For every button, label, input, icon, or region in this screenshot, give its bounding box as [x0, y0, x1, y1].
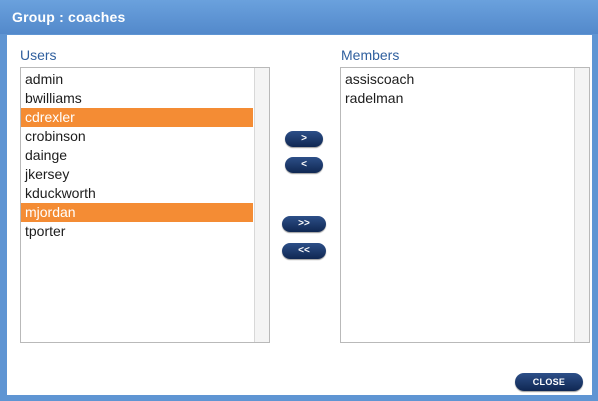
members-list: assiscoach radelman [341, 70, 573, 108]
users-label: Users [20, 47, 57, 63]
users-list-item[interactable]: bwilliams [21, 89, 253, 108]
users-list-item[interactable]: crobinson [21, 127, 253, 146]
users-list-item[interactable]: tporter [21, 222, 253, 241]
users-scrollbar[interactable] [254, 68, 269, 342]
users-list: admin bwilliams cdrexler crobinson dainge jke… [21, 70, 253, 241]
users-list-item[interactable]: kduckworth [21, 184, 253, 203]
title-bar: Group : coaches [0, 0, 598, 34]
members-list-item[interactable]: radelman [341, 89, 573, 108]
dialog-content: Users admin bwilliams cdrexler crobinson dai… [7, 35, 592, 395]
users-list-item[interactable]: cdrexler [21, 108, 253, 127]
users-list-item[interactable]: admin [21, 70, 253, 89]
close-button[interactable]: CLOSE [515, 373, 583, 391]
users-list-item[interactable]: jkersey [21, 165, 253, 184]
members-scrollbar[interactable] [574, 68, 589, 342]
remove-selected-button[interactable]: < [285, 157, 323, 173]
members-list-item[interactable]: assiscoach [341, 70, 573, 89]
users-list-item[interactable]: dainge [21, 146, 253, 165]
members-label: Members [341, 47, 400, 63]
group-dialog: Group : coaches Users admin bwilliams cdre… [0, 0, 598, 401]
add-all-button[interactable]: >> [282, 216, 326, 232]
dialog-title: Group : coaches [12, 9, 126, 25]
add-selected-button[interactable]: > [285, 131, 323, 147]
users-list-item[interactable]: mjordan [21, 203, 253, 222]
users-listbox[interactable]: admin bwilliams cdrexler crobinson dainge jke… [20, 67, 270, 343]
members-listbox[interactable]: assiscoach radelman [340, 67, 590, 343]
remove-all-button[interactable]: << [282, 243, 326, 259]
